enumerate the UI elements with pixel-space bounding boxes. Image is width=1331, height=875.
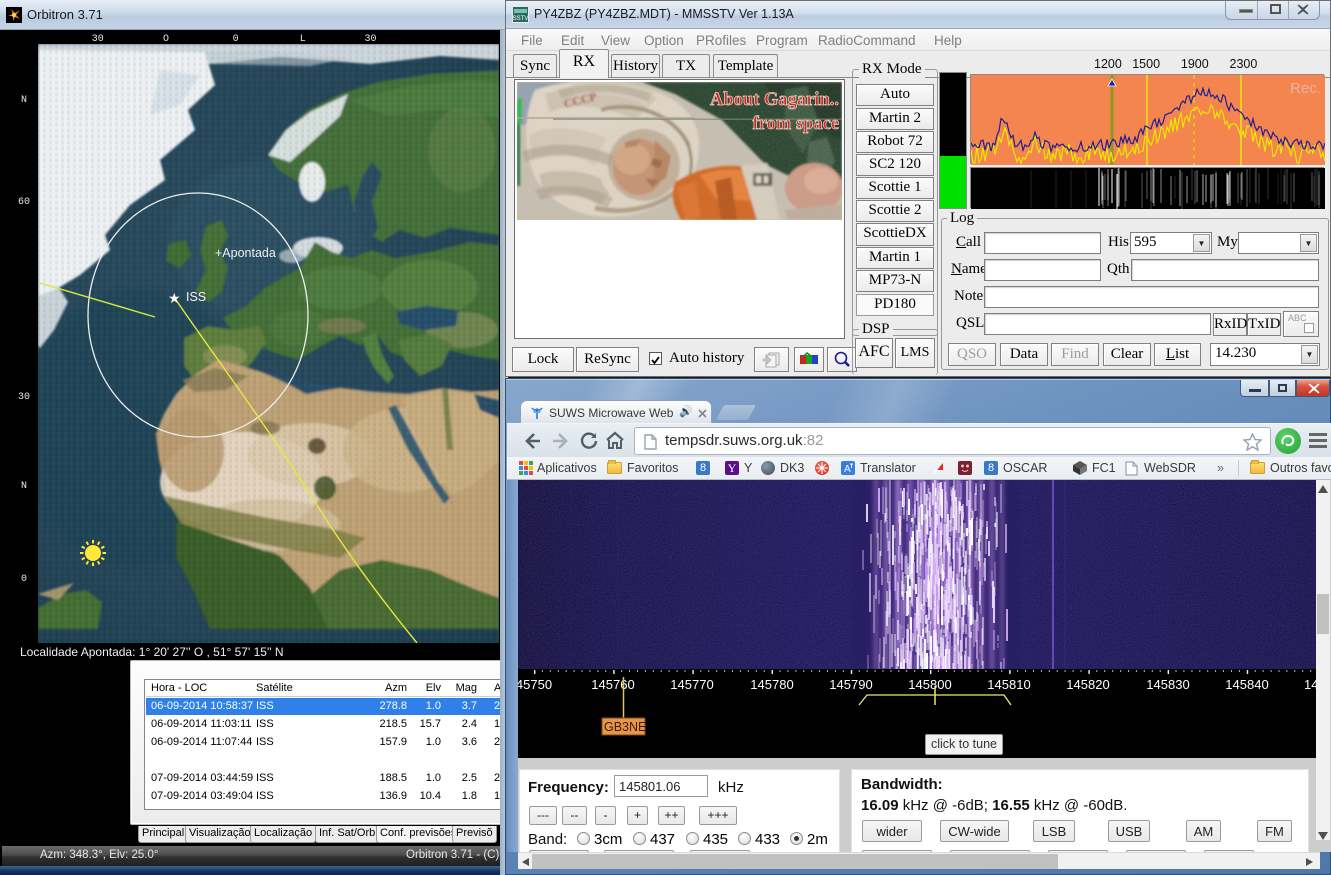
svg-text:30: 30: [364, 34, 376, 45]
svg-text:0: 0: [233, 34, 239, 45]
svg-text:145830: 145830: [1146, 677, 1189, 692]
svg-text:+Apontada: +Apontada: [215, 246, 276, 260]
svg-text:145790: 145790: [829, 677, 872, 692]
svg-text:A: A: [844, 464, 851, 475]
svg-text:SSTV: SSTV: [513, 16, 529, 22]
svg-text:145800: 145800: [908, 677, 951, 692]
svg-text:145780: 145780: [750, 677, 793, 692]
svg-text:30: 30: [18, 392, 30, 403]
svg-text:145770: 145770: [670, 677, 713, 692]
svg-text:N: N: [21, 481, 27, 492]
svg-text:145840: 145840: [1225, 677, 1268, 692]
svg-text:ISS: ISS: [186, 290, 206, 304]
svg-text:L: L: [300, 34, 306, 45]
svg-text:45750: 45750: [518, 677, 552, 692]
svg-text:★: ★: [168, 290, 181, 306]
svg-text:GB3NE: GB3NE: [604, 720, 646, 734]
svg-text:Rec.: Rec.: [1290, 80, 1321, 97]
svg-text:O: O: [163, 34, 169, 45]
svg-text:145810: 145810: [987, 677, 1030, 692]
svg-text:from space: from space: [753, 114, 839, 134]
svg-text:30: 30: [92, 34, 104, 45]
svg-text:0: 0: [21, 574, 27, 585]
svg-text:145820: 145820: [1066, 677, 1109, 692]
svg-text:N: N: [21, 95, 27, 106]
svg-text:145760: 145760: [591, 677, 634, 692]
svg-text:About Gagarin..: About Gagarin..: [710, 90, 839, 110]
svg-text:60: 60: [18, 197, 30, 208]
